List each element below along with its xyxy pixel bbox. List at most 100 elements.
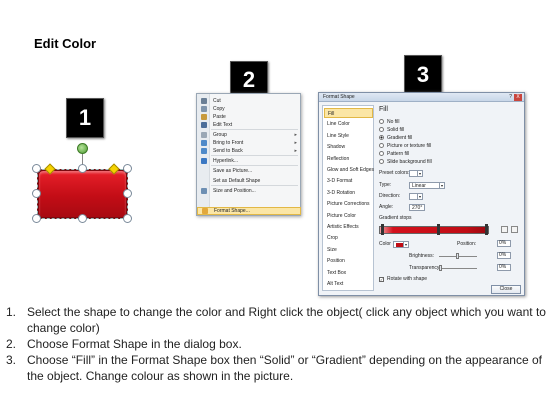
context-menu-item-label: Hyperlink...	[213, 158, 239, 164]
direction-dropdown[interactable]: ▾	[409, 192, 423, 200]
context-menu-item[interactable]: Edit Text	[197, 121, 301, 129]
group-icon	[201, 132, 207, 138]
radio-button[interactable]	[379, 151, 384, 156]
blank-icon	[201, 178, 207, 184]
resize-handle-left[interactable]	[32, 189, 41, 198]
angle-label: Angle:	[379, 204, 394, 210]
help-icon[interactable]: ?	[509, 94, 512, 100]
angle-row: Angle: 270°	[379, 203, 425, 211]
close-icon[interactable]: X	[514, 94, 522, 101]
nav-item[interactable]: Shadow	[324, 142, 373, 152]
nav-item[interactable]: Reflection	[324, 154, 373, 164]
rotation-handle[interactable]	[77, 143, 88, 154]
resize-handle-bottom-left[interactable]	[32, 214, 41, 223]
nav-item[interactable]: Artistic Effects	[324, 222, 373, 232]
selection-outline	[37, 169, 128, 219]
size-icon	[201, 188, 207, 194]
rotate-with-shape-checkbox[interactable]: ✓	[379, 276, 384, 282]
fill-option[interactable]: Slide background fill	[379, 158, 432, 165]
color-picker-button[interactable]: ▾	[393, 240, 409, 248]
preset-colors-label: Preset colors:	[379, 170, 410, 176]
brightness-input[interactable]: 0%	[497, 252, 511, 259]
nav-item[interactable]: Picture Corrections	[324, 199, 373, 209]
instruction-text: Choose “Fill” in the Format Shape box th…	[27, 353, 542, 383]
fill-heading: Fill	[379, 106, 388, 113]
color-swatch	[396, 242, 403, 247]
send-back-icon	[201, 148, 207, 154]
add-stop-button[interactable]	[501, 226, 508, 233]
context-menu-item-label: Copy	[213, 106, 225, 112]
instruction-text: Select the shape to change the color and…	[27, 305, 546, 335]
context-menu-item[interactable]: Bring to Front ▸	[197, 139, 301, 147]
fill-option-label: Slide background fill	[387, 158, 432, 165]
context-menu-item[interactable]: Copy	[197, 105, 301, 113]
transparency-thumb[interactable]	[439, 265, 442, 271]
context-menu-item-label: Edit Text	[213, 122, 233, 128]
nav-item[interactable]: Position	[324, 256, 373, 266]
gradient-stop-2[interactable]	[437, 224, 440, 235]
instruction-number: 1.	[6, 305, 17, 319]
close-button[interactable]: Close	[491, 285, 521, 294]
dialog-title: Format Shape	[323, 94, 355, 100]
format-shape-dialog: Format Shape ? X Fill Line Color Line Styl…	[318, 92, 525, 296]
dialog-title-bar: Format Shape ? X	[319, 93, 524, 102]
nav-item[interactable]: Alt Text	[324, 279, 373, 289]
nav-item[interactable]: Picture Color	[324, 211, 373, 221]
nav-item[interactable]: Size	[324, 245, 373, 255]
position-input[interactable]: 0%	[497, 240, 511, 247]
resize-handle-top-left[interactable]	[32, 164, 41, 173]
resize-handle-bottom[interactable]	[78, 214, 87, 223]
context-menu-item-label: Format Shape...	[214, 208, 250, 214]
dialog-nav: Fill Line Color Line Style Shadow Reflection…	[322, 105, 374, 291]
nav-item[interactable]: 3-D Format	[324, 176, 373, 186]
resize-handle-top[interactable]	[78, 164, 87, 173]
nav-item[interactable]: 3-D Rotation	[324, 188, 373, 198]
radio-button[interactable]	[379, 127, 384, 132]
chevron-down-icon: ▾	[417, 170, 421, 176]
context-menu-item[interactable]: Paste	[197, 113, 301, 121]
angle-input[interactable]: 270°	[409, 203, 425, 211]
nav-item[interactable]: Text Box	[324, 268, 373, 278]
radio-button[interactable]	[379, 143, 384, 148]
context-menu-item[interactable]: Size and Position...	[197, 187, 301, 195]
context-menu-item[interactable]: Group ▸	[197, 131, 301, 139]
rotate-with-shape-row: ✓ Rotate with shape	[379, 275, 427, 283]
remove-stop-button[interactable]	[511, 226, 518, 233]
nav-item[interactable]: Glow and Soft Edges	[324, 165, 374, 175]
fill-option[interactable]: Picture or texture fill	[379, 142, 431, 149]
resize-handle-bottom-right[interactable]	[123, 214, 132, 223]
nav-item[interactable]: Line Color	[324, 119, 373, 129]
nav-item[interactable]: Crop	[324, 233, 373, 243]
radio-button[interactable]	[379, 159, 384, 164]
context-menu-item-label: Bring to Front	[213, 140, 244, 146]
transparency-slider[interactable]	[439, 268, 477, 269]
context-menu-item[interactable]: Save as Picture...	[197, 167, 301, 175]
fill-option[interactable]: No fill	[379, 118, 400, 125]
direction-row: Direction: ▾	[379, 192, 423, 200]
radio-button[interactable]	[379, 119, 384, 124]
transparency-input[interactable]: 0%	[497, 264, 511, 271]
format-shape-icon	[202, 208, 208, 214]
gradient-bar[interactable]	[379, 226, 489, 234]
context-menu-item[interactable]: Format Shape...	[197, 207, 301, 215]
preset-colors-dropdown[interactable]: ▾	[409, 169, 423, 177]
context-menu-item[interactable]: Set as Default Shape	[197, 177, 301, 185]
gradient-stop-1[interactable]	[381, 224, 384, 235]
brightness-thumb[interactable]	[456, 253, 459, 259]
fill-option[interactable]: Solid fill	[379, 126, 404, 133]
nav-item[interactable]: Fill	[324, 108, 373, 118]
instruction-3: 3. Choose “Fill” in the Format Shape box…	[6, 352, 554, 384]
nav-item[interactable]: Line Style	[324, 131, 373, 141]
radio-button[interactable]	[379, 135, 384, 140]
context-menu-item[interactable]: Cut	[197, 97, 301, 105]
resize-handle-right[interactable]	[123, 189, 132, 198]
type-dropdown[interactable]: Linear ▾	[409, 181, 445, 189]
fill-option-label: Gradient fill	[387, 134, 413, 141]
gradient-stop-3[interactable]	[485, 224, 488, 235]
fill-option-label: Pattern fill	[387, 150, 410, 157]
fill-option[interactable]: Pattern fill	[379, 150, 409, 157]
context-menu-item[interactable]: Send to Back ▸	[197, 147, 301, 155]
fill-option[interactable]: Gradient fill	[379, 134, 412, 141]
resize-handle-top-right[interactable]	[123, 164, 132, 173]
context-menu-item[interactable]: Hyperlink...	[197, 157, 301, 165]
